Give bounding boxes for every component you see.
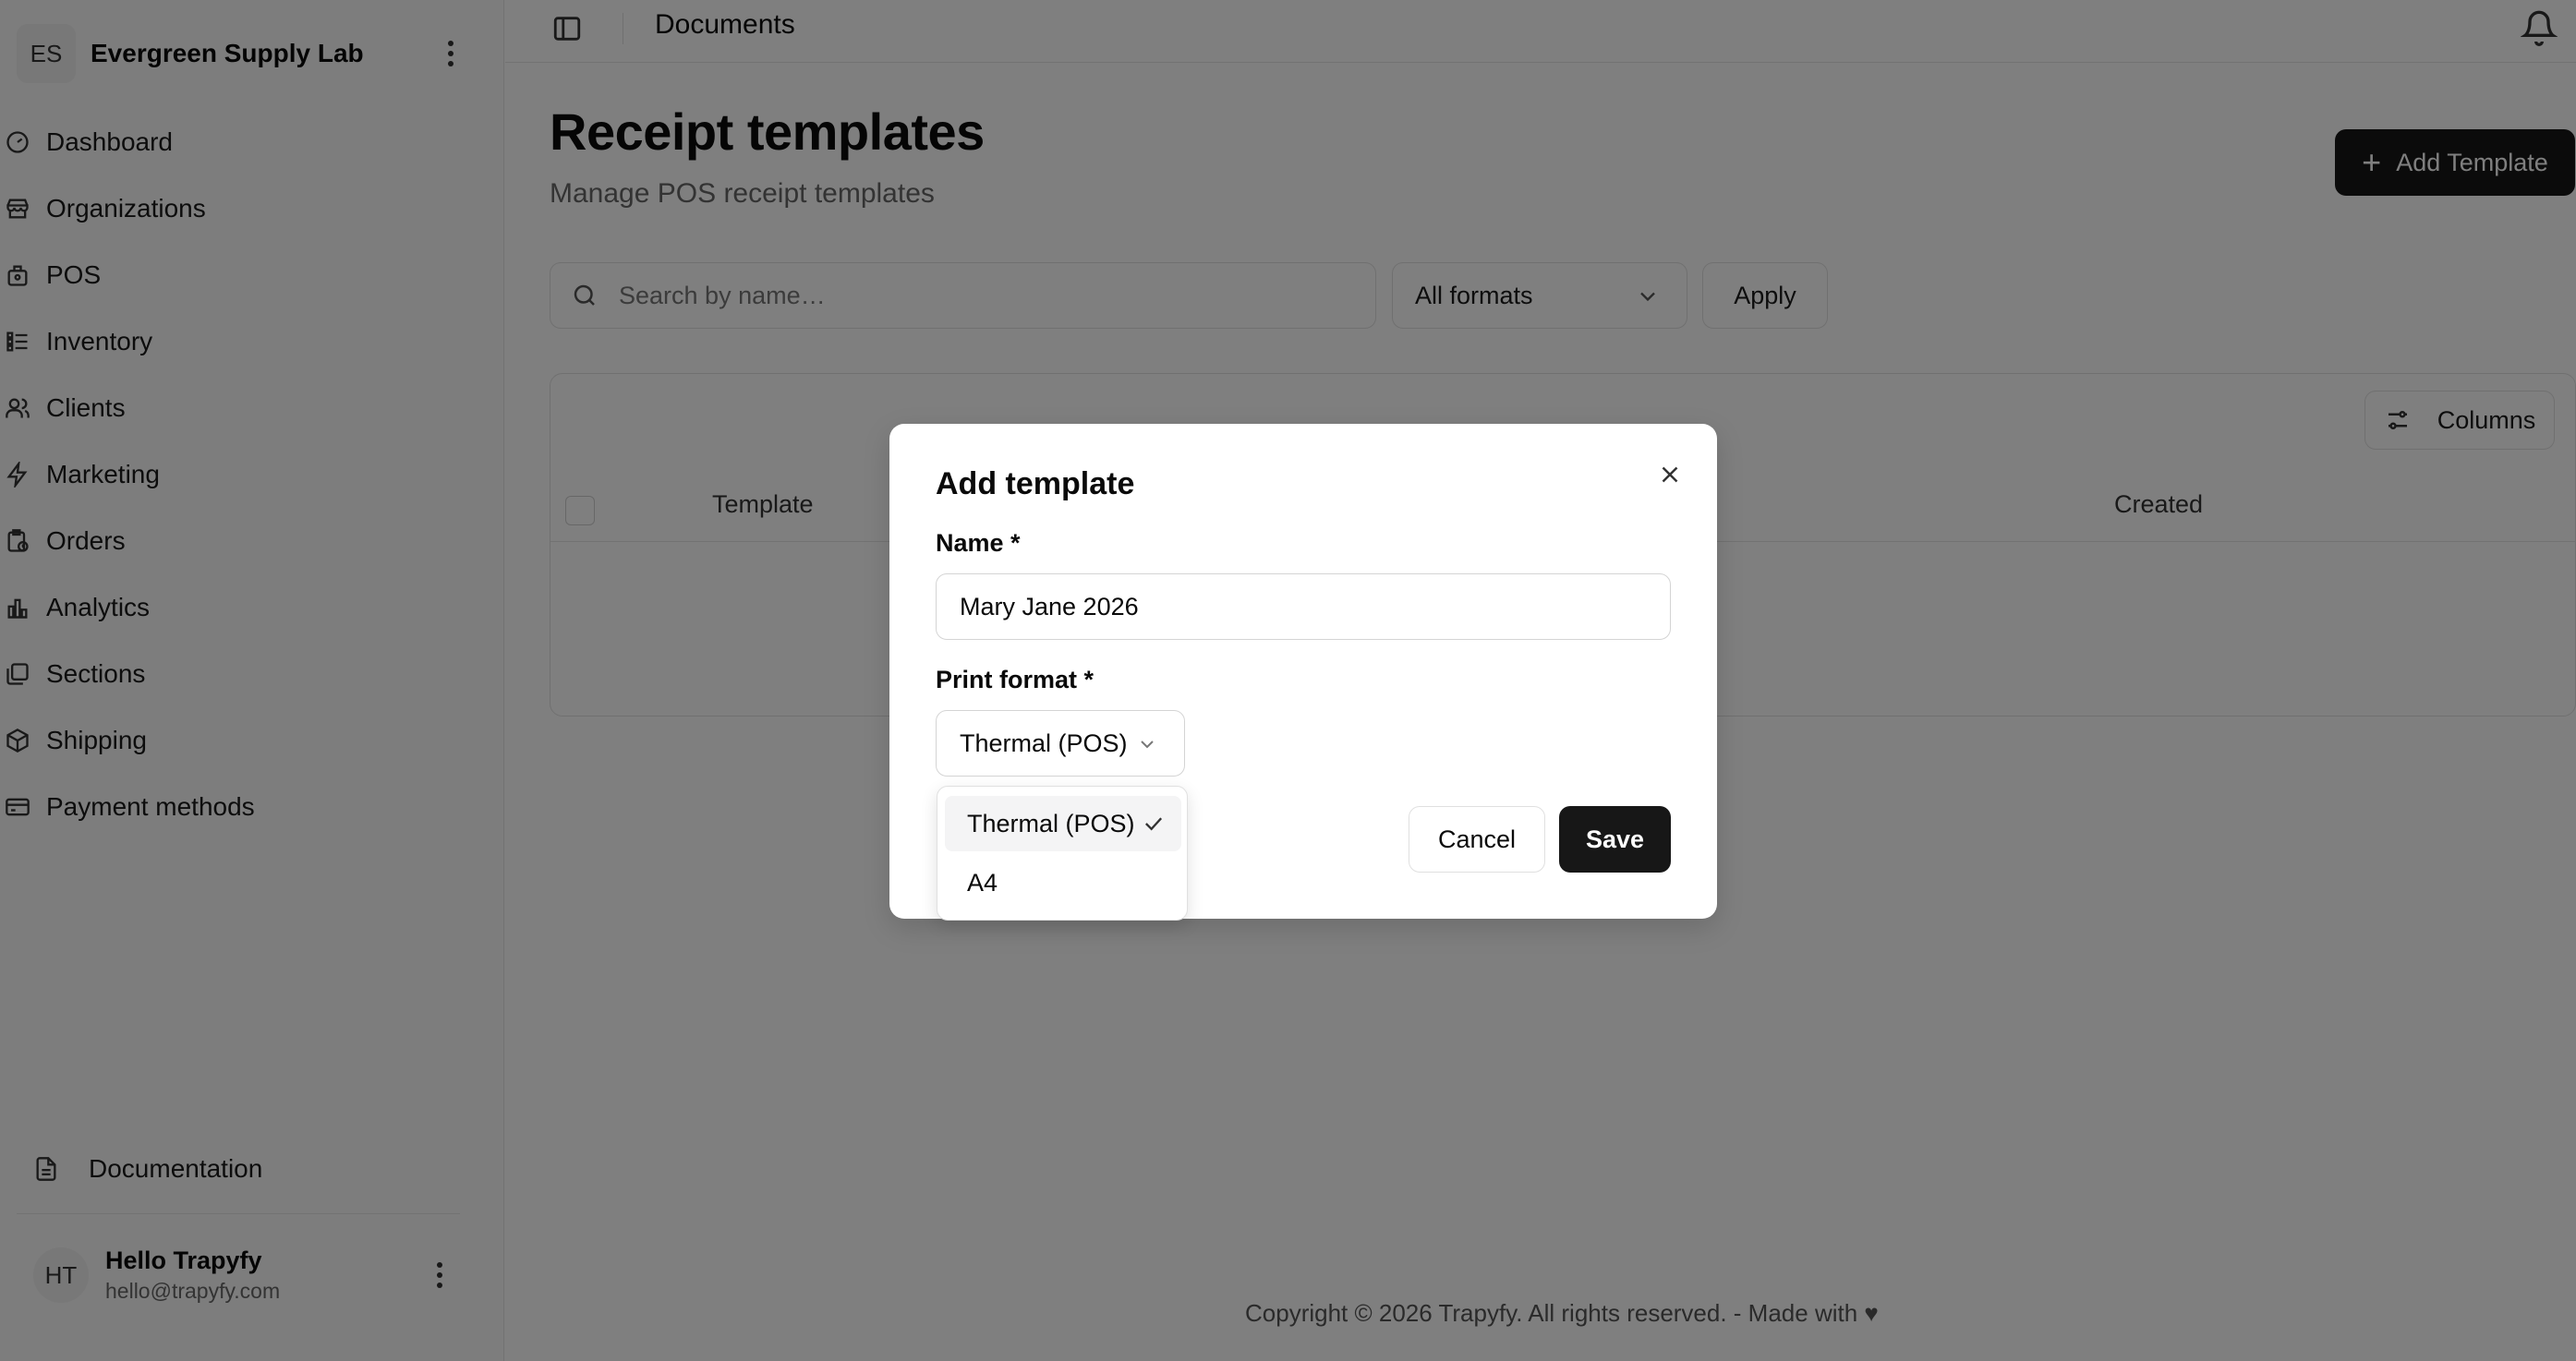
cancel-button[interactable]: Cancel xyxy=(1409,806,1545,873)
save-button[interactable]: Save xyxy=(1559,806,1671,873)
close-icon[interactable] xyxy=(1656,461,1684,488)
chevron-down-icon xyxy=(1141,741,1154,749)
option-label: A4 xyxy=(967,868,998,897)
print-format-label: Print format * xyxy=(936,666,1094,693)
dialog-title: Add template xyxy=(936,466,1135,501)
option-label: Thermal (POS) xyxy=(967,809,1135,837)
option-thermal-pos[interactable]: Thermal (POS) xyxy=(945,796,1181,851)
print-format-value: Thermal (POS) xyxy=(960,729,1128,757)
name-input[interactable] xyxy=(936,573,1671,640)
option-a4[interactable]: A4 xyxy=(945,855,1181,910)
check-icon xyxy=(1145,817,1163,831)
print-format-dropdown: Thermal (POS) A4 xyxy=(937,786,1188,921)
print-format-select[interactable]: Thermal (POS) xyxy=(936,710,1185,777)
name-label: Name * xyxy=(936,529,1021,557)
